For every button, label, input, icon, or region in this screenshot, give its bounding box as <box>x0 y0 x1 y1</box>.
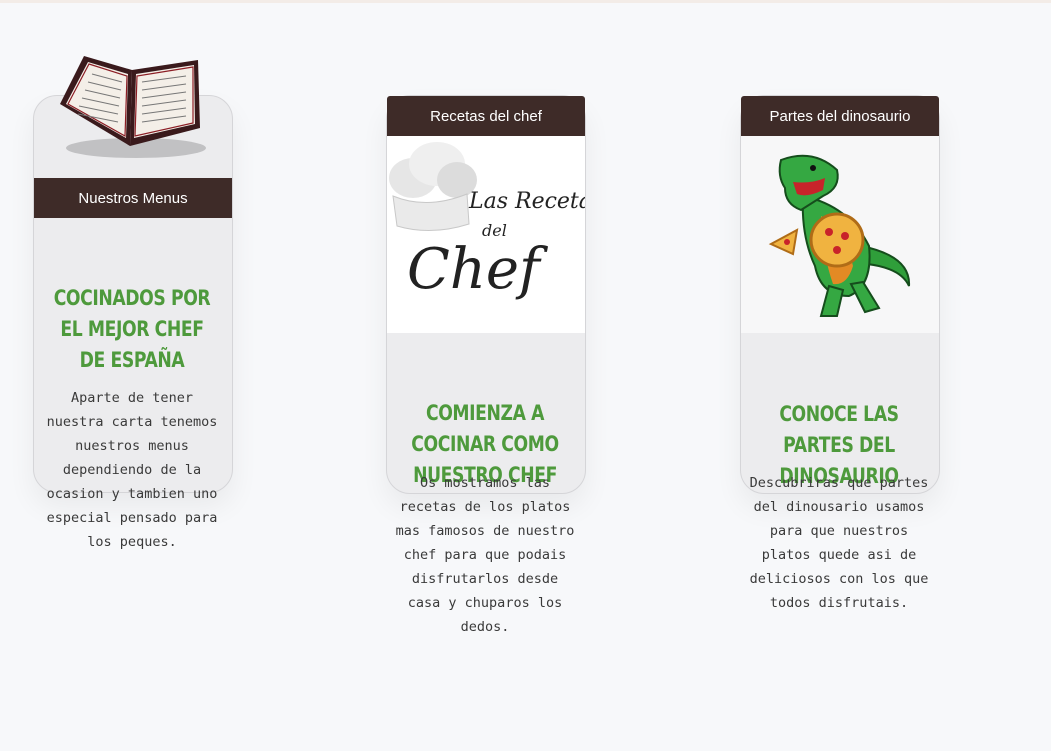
dinosaur-pizza-icon <box>768 154 911 317</box>
card-description: Descubriras que partes del dinousario us… <box>749 475 929 611</box>
card-description: Aparte de tener nuestra carta tenemos nu… <box>46 390 218 550</box>
card-header-label: Partes del dinosaurio <box>769 107 911 125</box>
card-header-label: Recetas del chef <box>430 107 542 125</box>
svg-text:Chef: Chef <box>407 237 549 302</box>
card-description: Os mostramos las recetas de los platos m… <box>395 475 575 635</box>
menu-book-icon <box>60 56 206 158</box>
card-title: Cocinados por el mejor chef de España <box>53 286 211 372</box>
top-border <box>0 0 1051 3</box>
card-image: Las Recetas del Chef <box>387 136 603 333</box>
chef-hat-icon: Las Recetas del Chef <box>389 142 603 302</box>
card-header: Nuestros Menus <box>34 178 232 218</box>
card-header: Partes del dinosaurio <box>741 96 939 136</box>
svg-text:Las Recetas: Las Recetas <box>468 189 585 214</box>
card-header: Recetas del chef <box>387 96 585 136</box>
card-image <box>741 136 939 333</box>
card-header-label: Nuestros Menus <box>78 189 188 207</box>
